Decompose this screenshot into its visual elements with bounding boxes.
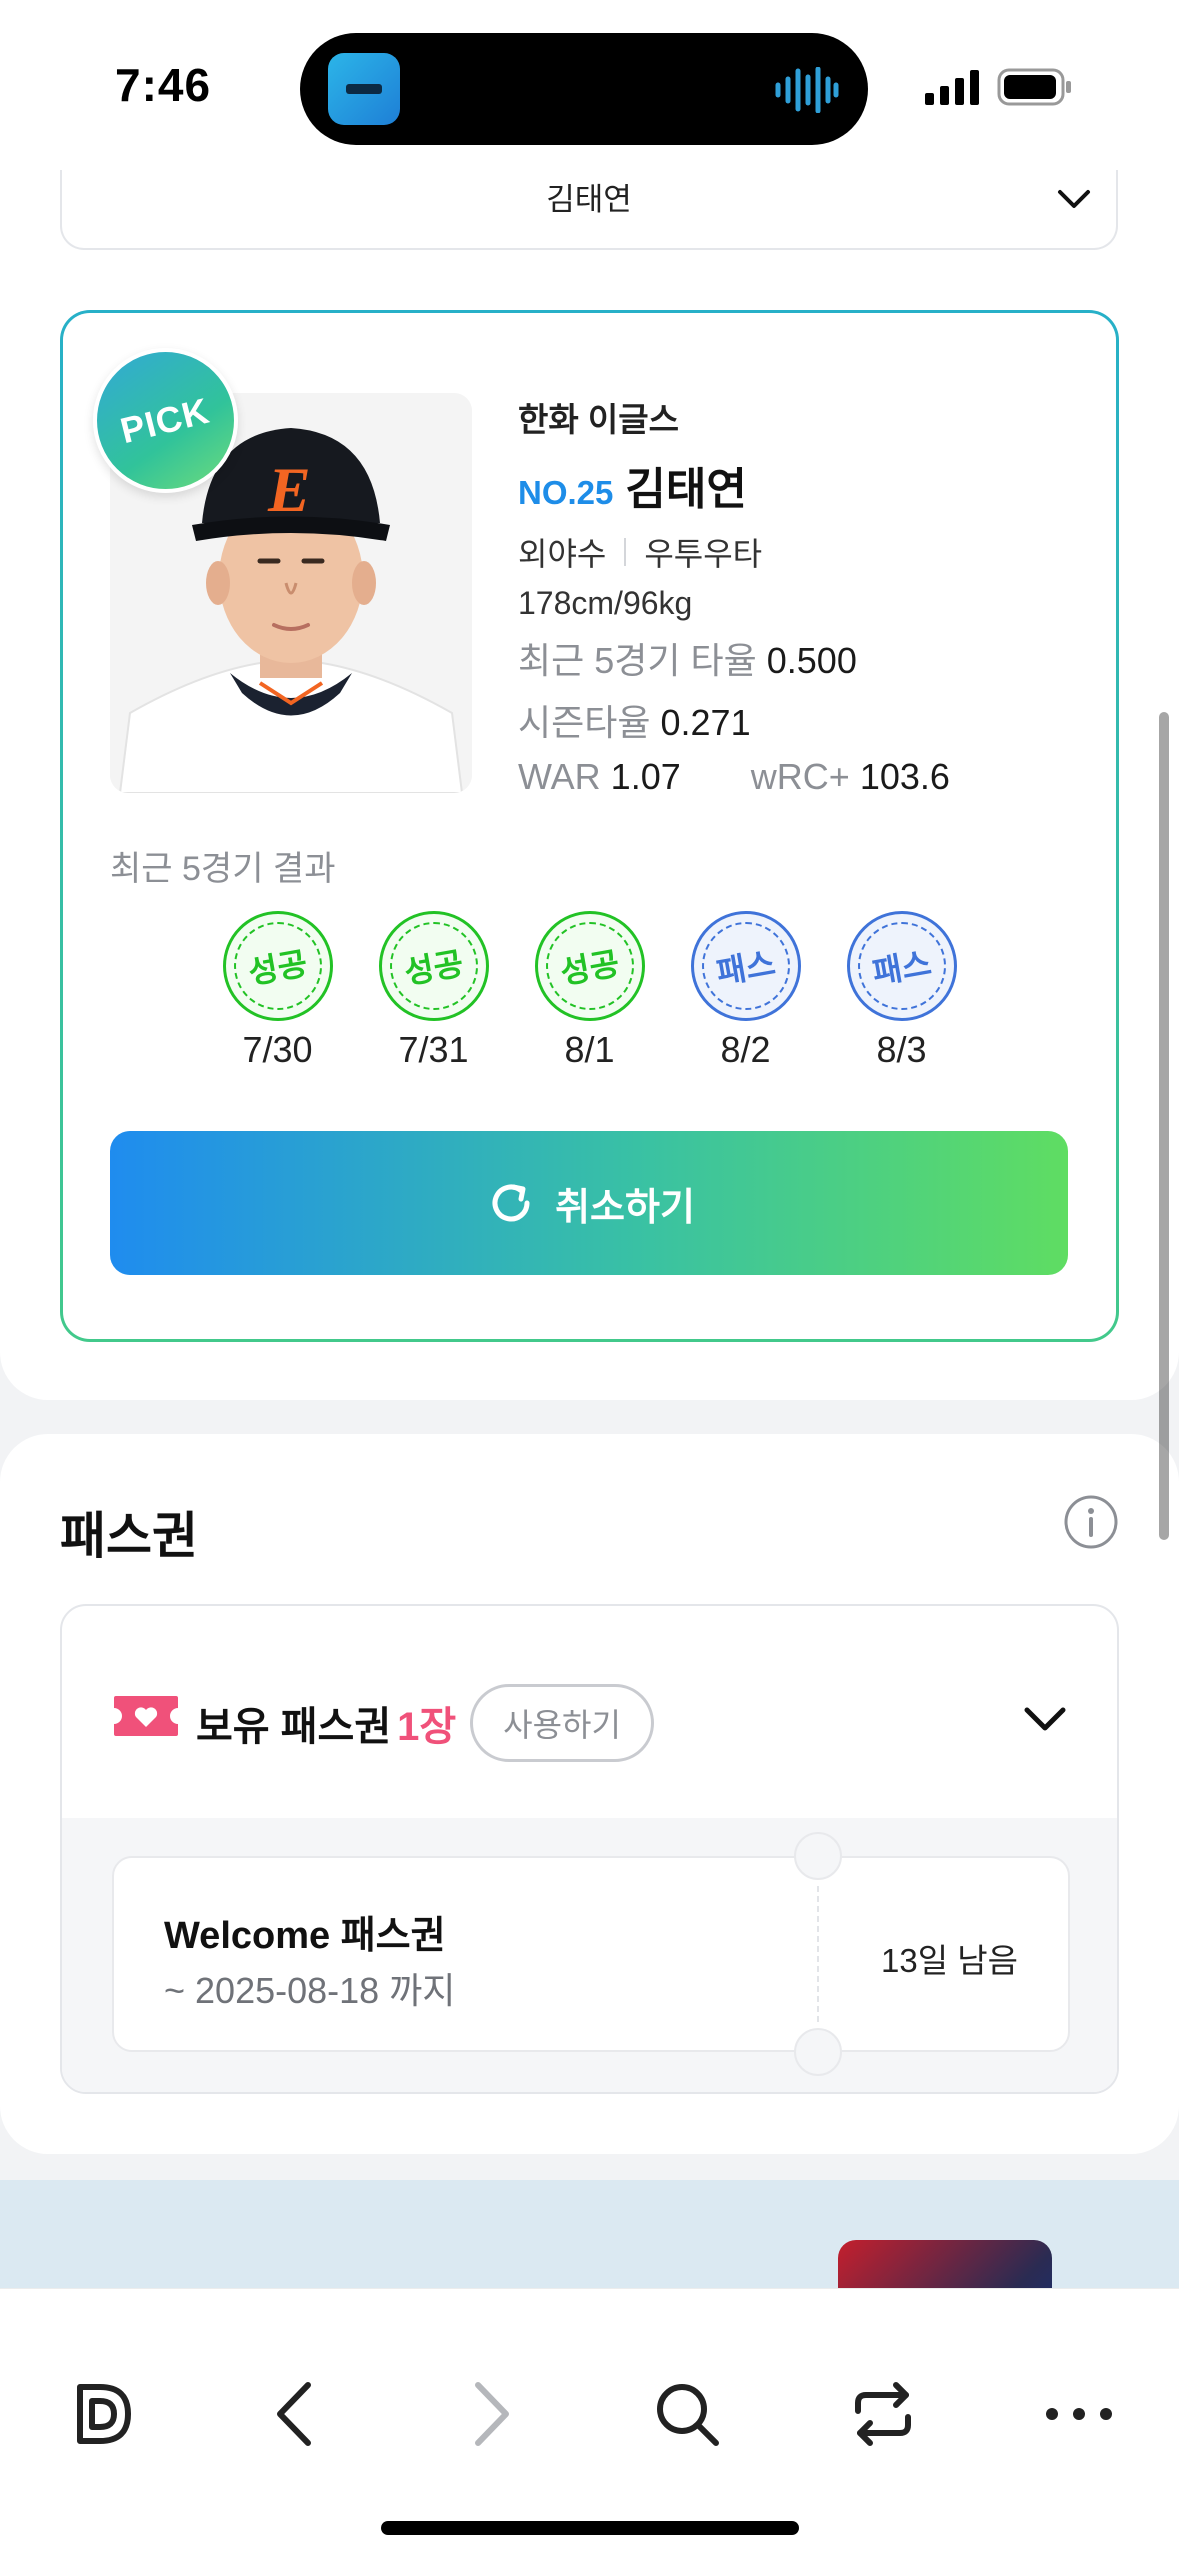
coupon-title: Welcome 패스권 (164, 1915, 446, 1957)
stat-value: 1.07 (610, 756, 681, 797)
chevron-down-icon (1058, 190, 1090, 208)
back-button[interactable] (250, 2369, 340, 2459)
player-body-stats: 178cm/96kg (518, 585, 693, 621)
team-name: 한화 이글스 (518, 401, 679, 438)
more-button[interactable] (1034, 2369, 1124, 2459)
success-stamp: 성공 (534, 911, 645, 1021)
result-item: 성공 7/31 (378, 911, 489, 1071)
switch-arrows-icon (855, 2382, 911, 2446)
stat-label: 최근 5경기 타율 (518, 640, 757, 681)
stat-label: WAR (518, 756, 601, 797)
player-name: 김태연 (625, 465, 747, 514)
divider (624, 538, 627, 566)
pass-section-title: 패스권 (60, 1508, 198, 1564)
result-date: 7/31 (398, 1029, 469, 1070)
audio-wave-icon (775, 67, 839, 113)
stat-label: wRC+ (750, 756, 850, 797)
result-date: 8/1 (564, 1029, 615, 1070)
dynamic-island (300, 33, 868, 145)
result-item: 성공 8/1 (534, 911, 645, 1071)
result-item: 패스 8/3 (846, 911, 957, 1071)
stamp-label: 성공 (401, 945, 466, 991)
tabs-switch-button[interactable] (838, 2369, 928, 2459)
stat-value: 0.271 (660, 702, 751, 743)
stat-label: 시즌타율 (518, 702, 651, 743)
result-item: 성공 7/30 (222, 911, 333, 1071)
status-time: 7:46 (115, 59, 212, 111)
player-number: NO.25 (518, 474, 614, 511)
season-avg-stat: 시즌타율 0.271 (518, 694, 950, 746)
ticket-icon (114, 1696, 178, 1736)
player-pick-panel: 김태연 PICK E 한화 이글스 NO.25 김태연 외야수 우투우타 178… (0, 0, 1179, 1400)
pass-section: 패스권 보유 패스권 1장 사용하기 Welcome 패스권 ~ 2025-08… (0, 1434, 1179, 2154)
home-indicator[interactable] (381, 2521, 799, 2535)
pick-badge-label: PICK (116, 389, 215, 451)
owned-pass-header[interactable]: 보유 패스권 1장 사용하기 (62, 1606, 1117, 1818)
player-select-value: 김태연 (546, 182, 632, 217)
result-item: 패스 8/2 (690, 911, 801, 1071)
coupon-notch (794, 2028, 842, 2076)
chevron-left-icon (277, 2382, 311, 2446)
player-position: 외야수 (518, 536, 607, 572)
recent-results-list: 성공 7/30 성공 7/31 성공 8/1 패스 8/2 패스 8/3 (63, 911, 1116, 1071)
chevron-right-icon (475, 2382, 509, 2446)
result-date: 8/3 (876, 1029, 927, 1070)
stamp-label: 성공 (557, 945, 622, 991)
chevron-down-icon[interactable] (1021, 1694, 1069, 1742)
pass-stamp: 패스 (846, 911, 957, 1021)
stat-value: 103.6 (859, 756, 950, 797)
player-info: 한화 이글스 NO.25 김태연 외야수 우투우타 178cm/96kg 최근 … (518, 393, 950, 798)
pass-stamp: 패스 (690, 911, 801, 1021)
result-date: 7/30 (242, 1029, 313, 1070)
pass-coupon[interactable]: Welcome 패스권 ~ 2025-08-18 까지 13일 남음 (112, 1832, 1070, 2076)
search-button[interactable] (642, 2369, 732, 2459)
refresh-icon (492, 1184, 530, 1222)
use-pass-button[interactable]: 사용하기 (470, 1684, 654, 1762)
coupon-divider (817, 1886, 819, 2022)
stamp-label: 성공 (245, 945, 310, 991)
result-date: 8/2 (720, 1029, 771, 1070)
war-wrc-stat: WAR 1.07 wRC+ 103.6 (518, 756, 950, 798)
stamp-label: 패스 (713, 945, 778, 991)
forward-button[interactable] (446, 2369, 536, 2459)
cancel-pick-label: 취소하기 (555, 1186, 695, 1229)
home-button[interactable] (58, 2369, 148, 2459)
recent-results-label: 최근 5경기 결과 (110, 850, 336, 888)
battery-icon (997, 68, 1071, 106)
owned-pass-label: 보유 패스권 (196, 1705, 392, 1749)
coupon-expiry: ~ 2025-08-18 까지 (164, 1970, 456, 2011)
success-stamp: 성공 (222, 911, 333, 1021)
success-stamp: 성공 (378, 911, 489, 1021)
owned-pass-list: Welcome 패스권 ~ 2025-08-18 까지 13일 남음 (62, 1818, 1117, 2092)
player-bats-throws: 우투우타 (644, 536, 763, 572)
stat-value: 0.500 (766, 640, 857, 681)
stamp-label: 패스 (869, 945, 934, 991)
cancel-pick-button[interactable]: 취소하기 (110, 1131, 1068, 1275)
search-icon (657, 2384, 719, 2446)
scrollbar[interactable] (1159, 712, 1169, 1540)
status-bar: 7:46 (0, 0, 1179, 170)
coupon-remaining-days: 13일 남음 (881, 1942, 1018, 1979)
pick-badge: PICK (93, 348, 238, 493)
coupon-notch (794, 1832, 842, 1880)
owned-pass-count: 1장 (397, 1705, 457, 1749)
svg-text:E: E (267, 454, 311, 525)
cellular-signal-icon (925, 70, 979, 105)
more-dots-icon (1046, 2408, 1112, 2420)
app-activity-icon (328, 53, 400, 125)
browser-toolbar (0, 2288, 1179, 2556)
recent5-avg-stat: 최근 5경기 타율 0.500 (518, 632, 950, 684)
app-logo-icon (77, 2384, 131, 2444)
player-card: PICK E 한화 이글스 NO.25 김태연 외야수 우투우타 178cm/9… (60, 310, 1119, 1342)
owned-pass-panel: 보유 패스권 1장 사용하기 Welcome 패스권 ~ 2025-08-18 … (60, 1604, 1119, 2094)
info-icon[interactable] (1063, 1494, 1119, 1550)
